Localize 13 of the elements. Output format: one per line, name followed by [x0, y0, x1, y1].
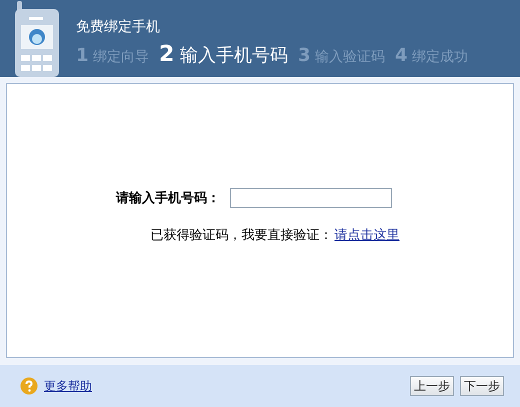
verify-link[interactable]: 请点击这里 [334, 226, 400, 244]
step-button[interactable]: 下一步 [460, 376, 504, 396]
phone-label: 请输入手机号码： [116, 190, 220, 206]
phone-input-field[interactable] [230, 188, 392, 208]
wizard-step: 2 输入手机号码 [158, 42, 288, 67]
help-icon [20, 377, 38, 395]
wizard-step: 1 绑定向导 [76, 45, 149, 66]
wizard-step: 3 输入验证码 [298, 45, 386, 66]
dialog-title: 免费绑定手机 [76, 18, 161, 36]
help-link[interactable]: 更多帮助 [44, 378, 92, 394]
step-button[interactable]: 上一步 [410, 376, 454, 396]
verify-hint: 已获得验证码，我要直接验证： [150, 226, 332, 244]
wizard-step: 4 绑定成功 [395, 45, 468, 66]
